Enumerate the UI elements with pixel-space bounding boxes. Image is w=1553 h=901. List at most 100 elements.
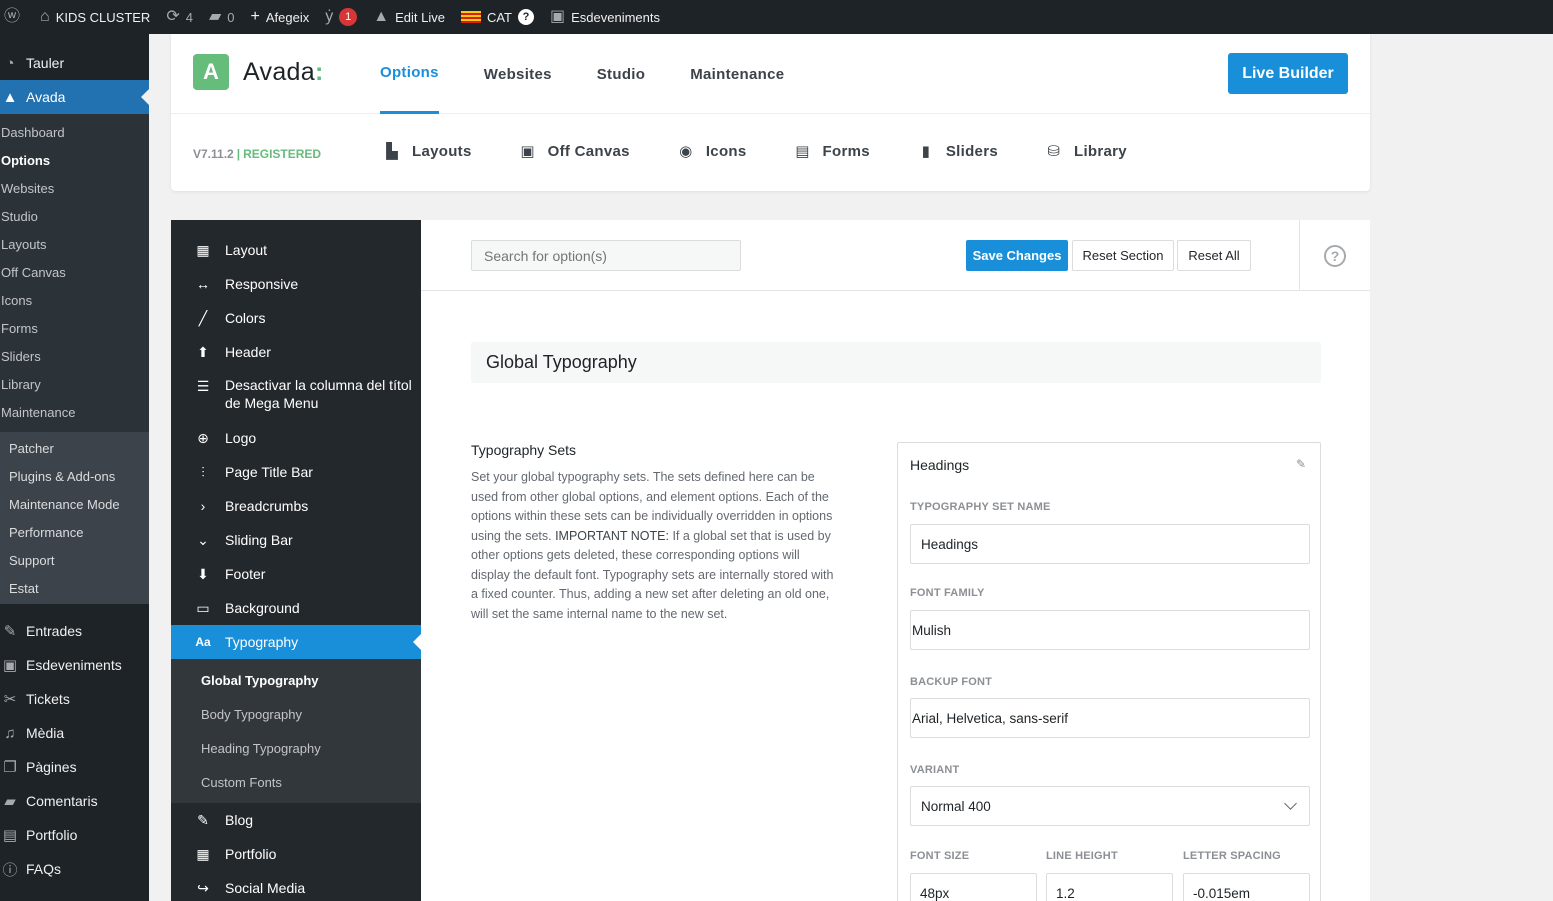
- submenu-layouts[interactable]: Layouts: [0, 230, 149, 258]
- options-mega-menu[interactable]: ☰ Desactivar la columna del títol de Mega…: [171, 369, 421, 421]
- sub-nav: ▙ Layouts ▣ Off Canvas ◉ Icons ▤ Forms ▮ Slid…: [382, 142, 1127, 161]
- backup-font-field[interactable]: Arial, Helvetica, sans-serif: [910, 698, 1310, 738]
- tab-studio[interactable]: Studio: [597, 34, 645, 114]
- dashboard-icon: ◔: [5, 54, 15, 72]
- reset-all-button[interactable]: Reset All: [1177, 240, 1251, 271]
- version-info: V7.11.2 | REGISTERED: [193, 147, 322, 161]
- menu-entrades[interactable]: ✎ Entrades: [0, 614, 149, 648]
- wp-logo-menu[interactable]: ⓦ: [0, 0, 32, 34]
- menu-faqs[interactable]: ⓘ FAQs: [0, 852, 149, 886]
- subnav-library[interactable]: ⛁ Library: [1044, 142, 1127, 161]
- options-content: Global Typography Typography Sets Set yo…: [421, 292, 1370, 901]
- options-typography[interactable]: Aa Typography: [171, 625, 421, 659]
- events-link[interactable]: ▣ Esdeveniments: [542, 0, 668, 34]
- options-layout[interactable]: ▦ Layout: [171, 233, 421, 267]
- tab-maintenance[interactable]: Maintenance: [690, 34, 784, 114]
- tab-websites[interactable]: Websites: [484, 34, 552, 114]
- options-background[interactable]: ▭ Background: [171, 591, 421, 625]
- options-footer[interactable]: ⬇ Footer: [171, 557, 421, 591]
- save-changes-button[interactable]: Save Changes: [966, 240, 1068, 271]
- submenu-icons[interactable]: Icons: [0, 286, 149, 314]
- options-logo[interactable]: ⊕ Logo: [171, 421, 421, 455]
- arrow-down-icon: ⬇: [197, 565, 209, 582]
- pencil-icon[interactable]: ✎: [1296, 457, 1306, 471]
- submenu-library[interactable]: Library: [0, 370, 149, 398]
- subnav-layouts[interactable]: ▙ Layouts: [382, 142, 472, 161]
- option-description: Typography Sets Set your global typograp…: [471, 442, 841, 624]
- live-builder-button[interactable]: Live Builder: [1228, 53, 1348, 94]
- menu-esdeveniments[interactable]: ▣ Esdeveniments: [0, 648, 149, 682]
- icons-icon: ◉: [679, 143, 693, 160]
- yoast-menu[interactable]: ẏ 1: [317, 0, 365, 34]
- submenu-custom-fonts[interactable]: Custom Fonts: [171, 765, 421, 799]
- menu-avada[interactable]: ▲ Avada: [0, 80, 149, 114]
- submenu-sliders[interactable]: Sliders: [0, 342, 149, 370]
- submenu-off-canvas[interactable]: Off Canvas: [0, 258, 149, 286]
- submenu-estat[interactable]: Estat: [0, 574, 149, 602]
- updates-link[interactable]: ⟳ 4: [158, 0, 201, 34]
- menu-media[interactable]: ♫ Mèdia: [0, 716, 149, 750]
- search-input[interactable]: [471, 240, 741, 271]
- avada-submenu: Dashboard Options Websites Studio Layout…: [0, 114, 149, 432]
- section-title: Global Typography: [471, 342, 1321, 383]
- variant-select[interactable]: Normal 400: [910, 786, 1310, 826]
- subnav-sliders[interactable]: ▮ Sliders: [916, 142, 998, 161]
- reset-section-button[interactable]: Reset Section: [1072, 240, 1174, 271]
- font-family-select[interactable]: Mulish: [910, 610, 1310, 650]
- subnav-off-canvas[interactable]: ▣ Off Canvas: [518, 142, 630, 161]
- submenu-options[interactable]: Options: [0, 146, 149, 174]
- menu-tauler[interactable]: ◔ Tauler: [0, 46, 149, 80]
- main-nav: Options Websites Studio Maintenance: [380, 34, 784, 114]
- comments-link[interactable]: ▰ 0: [201, 0, 243, 34]
- avada-logo: A Avada:: [193, 54, 324, 90]
- help-icon[interactable]: ?: [1324, 244, 1346, 267]
- edit-live-link[interactable]: ▲ Edit Live: [365, 0, 453, 34]
- background-icon: ▭: [196, 599, 210, 616]
- submenu-websites[interactable]: Websites: [0, 174, 149, 202]
- new-content-link[interactable]: + Afegeix: [243, 0, 318, 34]
- options-social-media[interactable]: ↪ Social Media: [171, 871, 421, 901]
- submenu-body-typography[interactable]: Body Typography: [171, 697, 421, 731]
- menu-portfolio[interactable]: ▤ Portfolio: [0, 818, 149, 852]
- submenu-maintenance-mode[interactable]: Maintenance Mode: [0, 490, 149, 518]
- language-switcher[interactable]: CAT ?: [453, 0, 542, 34]
- avada-logo-icon: A: [193, 54, 229, 90]
- brush-icon: ╱: [198, 309, 208, 326]
- subnav-icons[interactable]: ◉ Icons: [676, 142, 747, 161]
- options-menu: ▦ Layout ↔ Responsive ╱ Colors ⬆ Header ☰ Des…: [171, 220, 421, 901]
- options-sliding-bar[interactable]: ⌄ Sliding Bar: [171, 523, 421, 557]
- set-name-field[interactable]: Headings: [910, 524, 1310, 564]
- line-height-field[interactable]: 1.2: [1046, 873, 1173, 901]
- options-page-title-bar[interactable]: ⫶ Page Title Bar: [171, 455, 421, 489]
- submenu-heading-typography[interactable]: Heading Typography: [171, 731, 421, 765]
- submenu-studio[interactable]: Studio: [0, 202, 149, 230]
- menu-tickets[interactable]: ✂ Tickets: [0, 682, 149, 716]
- typography-submenu: Global Typography Body Typography Headin…: [171, 659, 421, 803]
- options-colors[interactable]: ╱ Colors: [171, 301, 421, 335]
- home-icon: ⌂: [40, 8, 50, 25]
- menu-comentaris[interactable]: ▰ Comentaris: [0, 784, 149, 818]
- submenu-patcher[interactable]: Patcher: [0, 434, 149, 462]
- font-size-field[interactable]: 48px: [910, 873, 1037, 901]
- submenu-performance[interactable]: Performance: [0, 518, 149, 546]
- submenu-forms[interactable]: Forms: [0, 314, 149, 342]
- options-portfolio[interactable]: ▦ Portfolio: [171, 837, 421, 871]
- submenu-plugins[interactable]: Plugins & Add-ons: [0, 462, 149, 490]
- tab-options[interactable]: Options: [380, 34, 439, 114]
- options-header[interactable]: ⬆ Header: [171, 335, 421, 369]
- subnav-forms[interactable]: ▤ Forms: [793, 142, 870, 161]
- sliders-icon: ⫶: [201, 463, 205, 480]
- submenu-support[interactable]: Support: [0, 546, 149, 574]
- options-breadcrumbs[interactable]: › Breadcrumbs: [171, 489, 421, 523]
- submenu-dashboard[interactable]: Dashboard: [0, 118, 149, 146]
- site-name-link[interactable]: ⌂ KIDS CLUSTER: [32, 0, 158, 34]
- options-blog[interactable]: ✎ Blog: [171, 803, 421, 837]
- info-icon: ⓘ: [2, 861, 18, 879]
- options-responsive[interactable]: ↔ Responsive: [171, 267, 421, 301]
- help-icon: ?: [518, 9, 534, 25]
- letter-spacing-field[interactable]: -0.015em: [1183, 873, 1310, 901]
- menu-pagines[interactable]: ❐ Pàgines: [0, 750, 149, 784]
- submenu-global-typography[interactable]: Global Typography: [171, 663, 421, 697]
- typography-set-heading: Headings: [910, 457, 970, 473]
- submenu-maintenance[interactable]: Maintenance: [0, 398, 149, 426]
